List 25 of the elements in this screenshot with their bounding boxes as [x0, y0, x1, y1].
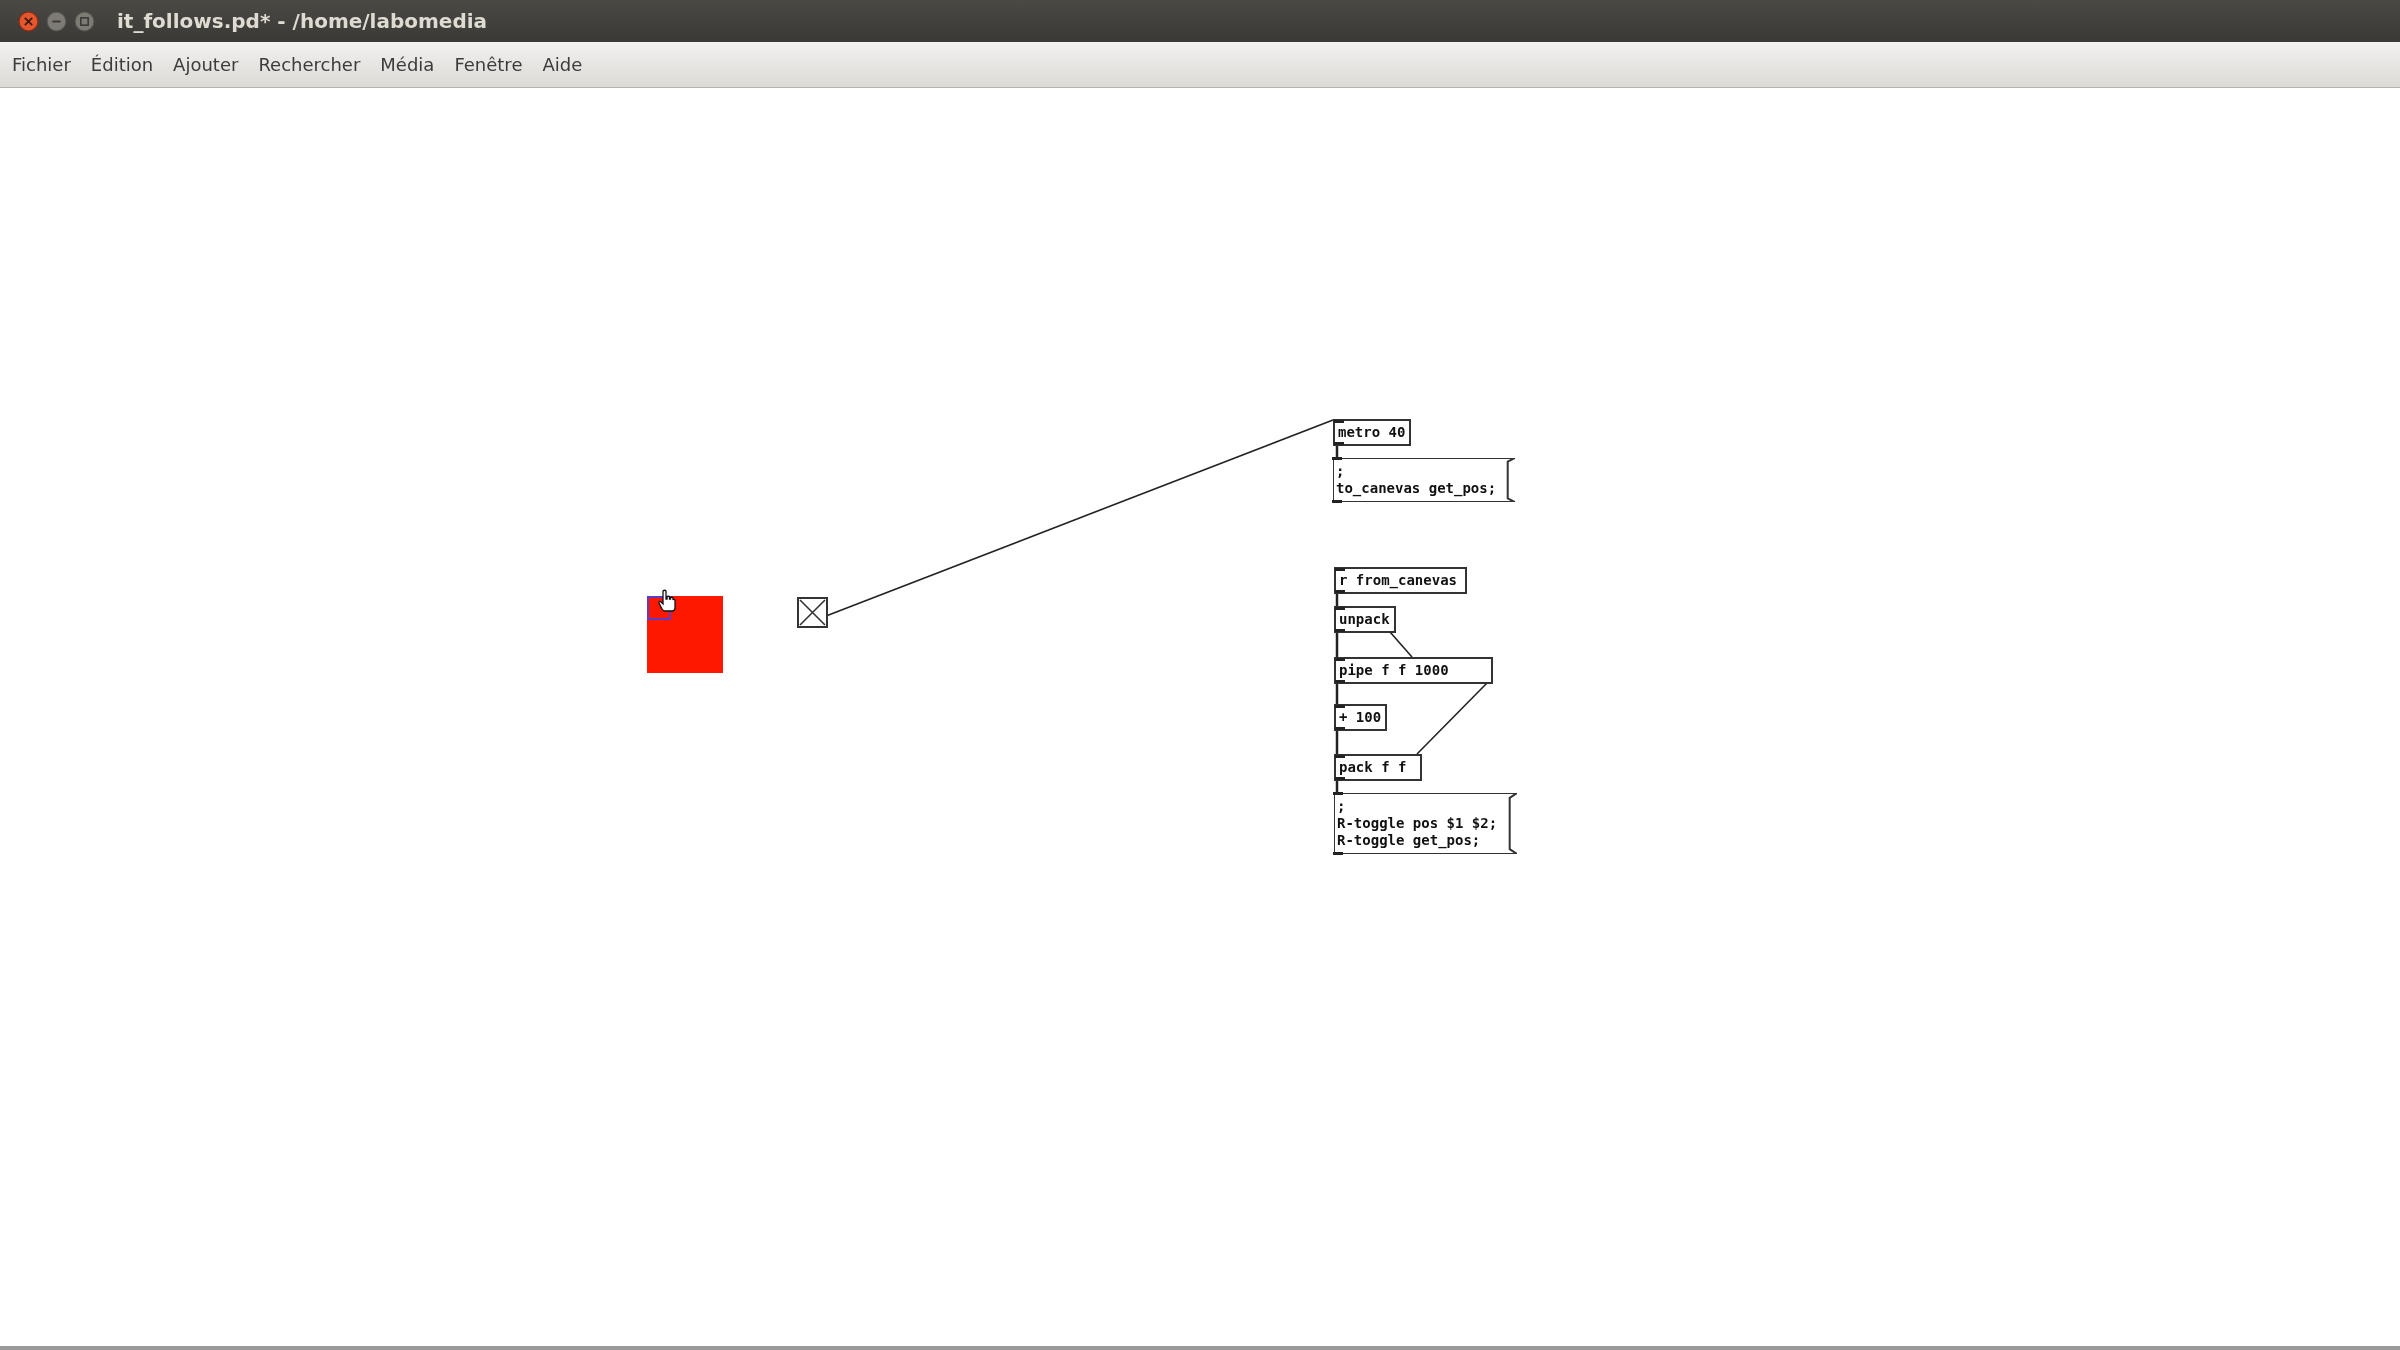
maximize-icon[interactable] [74, 10, 95, 32]
object-box[interactable]: + 100 [1334, 704, 1388, 731]
menu-item[interactable]: Ajouter [173, 54, 239, 75]
hand-cursor-icon [657, 589, 677, 613]
minimize-icon[interactable] [46, 10, 67, 32]
object-box[interactable]: pipe f f 1000 [1334, 657, 1493, 684]
message-box[interactable]: ; R-toggle pos $1 $2; R-toggle get_pos; [1334, 793, 1517, 854]
message-box[interactable]: ; to_canevas get_pos; [1333, 458, 1515, 502]
patch-cord [1335, 730, 1339, 754]
menu-item[interactable]: Média [380, 54, 435, 75]
toggle[interactable] [797, 597, 828, 628]
close-icon[interactable] [18, 10, 39, 32]
menu-item[interactable]: Fichier [12, 54, 71, 75]
menu-item[interactable]: Édition [90, 54, 154, 75]
object-box[interactable]: r from_canevas [1334, 567, 1467, 594]
object-box[interactable]: metro 40 [1333, 419, 1412, 446]
menu-item[interactable]: Fenêtre [454, 54, 523, 75]
object-box[interactable]: unpack [1334, 606, 1396, 633]
patch-cord [1335, 632, 1339, 657]
object-box[interactable]: pack f f [1334, 754, 1422, 781]
patch-cord [1335, 682, 1339, 704]
patch-cord [1389, 631, 1413, 658]
window-title: it_follows.pd* - /home/labomedia [117, 9, 488, 33]
menu-item[interactable]: Aide [542, 54, 583, 75]
menu-item[interactable]: Rechercher [258, 54, 361, 75]
